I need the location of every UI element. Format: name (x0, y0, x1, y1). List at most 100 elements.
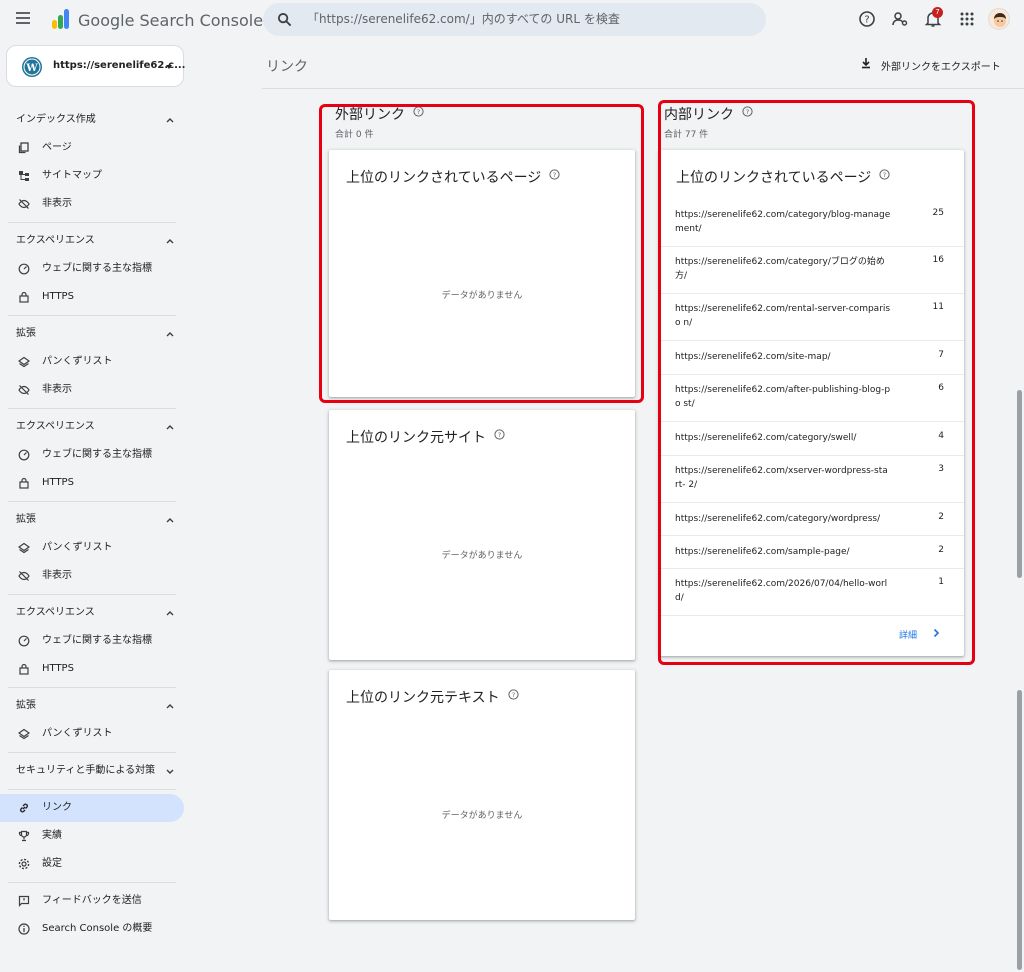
nav-section-enhancements: 拡張 パンくずリスト 非表示 (0, 320, 192, 404)
chevron-up-icon (166, 118, 174, 123)
link-url: https://serenelife62.com/xserver-wordpre… (675, 466, 888, 490)
help-icon[interactable]: ? (494, 429, 505, 440)
nav-item-core-web-vitals[interactable]: ウェブに関する主な指標 (0, 627, 192, 655)
layers-icon (18, 356, 30, 368)
pages-icon (18, 142, 29, 154)
help-icon[interactable]: ? (742, 106, 753, 117)
avatar[interactable] (988, 8, 1010, 30)
nav-section-security[interactable]: セキュリティと手動による対策 (0, 757, 192, 785)
help-icon[interactable]: ? (413, 106, 424, 117)
link-count: 25 (932, 208, 944, 218)
help-icon[interactable]: ? (549, 169, 560, 180)
user-face-icon (994, 13, 1006, 27)
nav-section-header[interactable]: 拡張 (0, 506, 192, 534)
divider (8, 408, 176, 409)
caret-down-icon (166, 65, 172, 69)
table-row[interactable]: https://serenelife62.com/category/blog-m… (659, 200, 964, 247)
search-icon (277, 12, 292, 27)
link-url: https://serenelife62.com/category/wordpr… (675, 514, 881, 524)
link-count: 2 (938, 512, 944, 522)
nav-item-breadcrumbs[interactable]: パンくずリスト (0, 348, 192, 376)
nav-item-hidden[interactable]: 非表示 (0, 376, 192, 404)
table-row[interactable]: https://serenelife62.com/xserver-wordpre… (659, 456, 964, 503)
nav-section-header[interactable]: エクスペリエンス (0, 227, 192, 255)
chevron-up-icon (166, 704, 174, 709)
link-count: 7 (938, 350, 944, 360)
search-input[interactable] (307, 9, 747, 29)
table-row[interactable]: https://serenelife62.com/category/ブログの始め… (659, 247, 964, 294)
scrollbar-thumb[interactable] (1017, 690, 1022, 970)
card-title: 上位のリンクされているページ? (676, 167, 890, 187)
chevron-up-icon (166, 239, 174, 244)
nav-item-core-web-vitals[interactable]: ウェブに関する主な指標 (0, 441, 192, 469)
top-bar: Google Search Console ? 7 (0, 0, 1024, 40)
nav-item-links[interactable]: リンク (0, 794, 184, 822)
nav-section-header[interactable]: 拡張 (0, 320, 192, 348)
link-url: https://serenelife62.com/rental-server-c… (675, 304, 891, 328)
url-inspect-search[interactable] (263, 3, 766, 36)
nav-section-header[interactable]: インデックス作成 (0, 106, 192, 134)
details-link[interactable]: 詳細 (899, 628, 940, 641)
apps-grid-icon[interactable] (958, 10, 976, 28)
app-title: Google Search Console (78, 11, 264, 30)
divider (8, 789, 176, 790)
nav-item-settings[interactable]: 設定 (0, 850, 192, 878)
link-url: https://serenelife62.com/category/swell/ (675, 433, 857, 443)
side-nav: インデックス作成 ページ サイトマップ 非表示 エクスペリエンス ウェブに関する… (0, 106, 192, 943)
divider (8, 882, 176, 883)
help-icon[interactable]: ? (858, 10, 876, 28)
nav-section-header[interactable]: エクスペリエンス (0, 599, 192, 627)
no-data-message: データがありません (441, 551, 523, 561)
chevron-up-icon (166, 332, 174, 337)
table-row[interactable]: https://serenelife62.com/rental-server-c… (659, 294, 964, 341)
nav-item-sitemaps[interactable]: サイトマップ (0, 162, 192, 190)
nav-item-about[interactable]: Search Console の概要 (0, 915, 192, 943)
nav-item-https[interactable]: HTTPS (0, 655, 192, 683)
table-row[interactable]: https://serenelife62.com/after-publishin… (659, 375, 964, 422)
nav-item-pages[interactable]: ページ (0, 134, 192, 162)
top-linking-text-card: 上位のリンク元テキスト? データがありません (329, 670, 635, 920)
help-icon[interactable]: ? (879, 169, 890, 180)
nav-item-breadcrumbs[interactable]: パンくずリスト (0, 720, 192, 748)
help-icon[interactable]: ? (507, 689, 519, 700)
scrollbar-thumb[interactable] (1017, 390, 1022, 578)
sidebar: W https://serenelife62.c... インデックス作成 ページ… (0, 40, 192, 972)
page-title: リンク (266, 59, 308, 75)
nav-item-removals[interactable]: 非表示 (0, 190, 192, 218)
nav-item-achievements[interactable]: 実績 (0, 822, 192, 850)
nav-section-header[interactable]: エクスペリエンス (0, 413, 192, 441)
nav-section-header[interactable]: 拡張 (0, 692, 192, 720)
table-row[interactable]: https://serenelife62.com/2026/07/04/hell… (659, 569, 964, 616)
property-selector[interactable]: W https://serenelife62.c... (6, 45, 185, 87)
link-url: https://serenelife62.com/site-map/ (675, 352, 831, 362)
divider (8, 222, 176, 223)
nav-item-breadcrumbs[interactable]: パンくずリスト (0, 534, 192, 562)
link-url: https://serenelife62.com/2026/07/04/hell… (675, 579, 888, 603)
table-row[interactable]: https://serenelife62.com/category/wordpr… (659, 503, 964, 536)
sitemap-icon (19, 171, 29, 181)
chevron-up-icon (166, 425, 174, 430)
external-links-heading: 外部リンク? (335, 104, 424, 124)
nav-item-hidden[interactable]: 非表示 (0, 562, 192, 590)
divider (8, 594, 176, 595)
chevron-up-icon (166, 611, 174, 616)
svg-text:W: W (25, 63, 38, 74)
external-links-total: 合計 0 件 (335, 130, 374, 140)
nav-item-https[interactable]: HTTPS (0, 469, 192, 497)
eye-off-icon (18, 571, 30, 581)
svg-text:?: ? (864, 15, 869, 26)
eye-off-icon (18, 199, 30, 209)
nav-item-feedback[interactable]: フィードバックを送信 (0, 887, 192, 915)
nav-item-https[interactable]: HTTPS (0, 283, 192, 311)
nav-item-core-web-vitals[interactable]: ウェブに関する主な指標 (0, 255, 192, 283)
search-console-logo-icon (52, 9, 69, 29)
external-top-linked-pages-card: 上位のリンクされているページ? データがありません (329, 150, 635, 397)
table-row[interactable]: https://serenelife62.com/sample-page/2 (659, 536, 964, 569)
manage-users-icon[interactable] (891, 10, 909, 28)
nav-section-experience: エクスペリエンス ウェブに関する主な指標 HTTPS (0, 227, 192, 311)
table-row[interactable]: https://serenelife62.com/site-map/7 (659, 341, 964, 375)
menu-icon[interactable] (16, 12, 30, 24)
divider (8, 687, 176, 688)
table-row[interactable]: https://serenelife62.com/category/swell/… (659, 422, 964, 456)
nav-section-enhancements: 拡張 パンくずリスト 非表示 (0, 506, 192, 590)
